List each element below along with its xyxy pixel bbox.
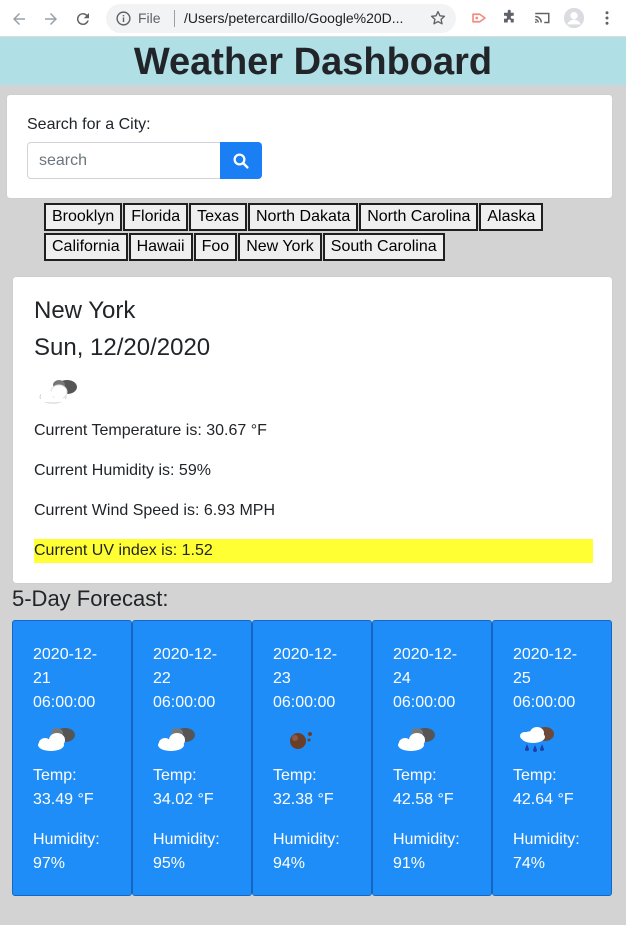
cast-extension-icon[interactable] (470, 9, 488, 27)
history-city-button[interactable]: South Carolina (322, 233, 445, 261)
cloud-sun-icon (158, 728, 195, 751)
dark-sun-icon (290, 732, 312, 749)
history-city-button[interactable]: North Carolina (359, 203, 479, 231)
forecast-date: 2020-12- 24 06:00:00 (393, 643, 483, 715)
history-city-button[interactable]: Hawaii (128, 233, 193, 261)
forecast-humidity: 94% (273, 855, 306, 872)
current-humidity: Current Humidity is: 59% (34, 462, 211, 479)
forecast-temp-label: Temp: (33, 767, 77, 784)
forecast-card: 2020-12- 25 06:00:00 Temp: 42.64 °F Humi… (492, 620, 612, 896)
history-city-button[interactable]: Brooklyn (44, 203, 123, 231)
forecast-humidity: 97% (33, 855, 66, 872)
history-row: California Hawaii Foo New York South Car… (44, 232, 564, 262)
current-date: Sun, 12/20/2020 (34, 334, 211, 361)
current-temperature: Current Temperature is: 30.67 °F (34, 422, 267, 439)
forecast-date-line: 2020-12- (33, 646, 98, 663)
forecast-date-line: 2020-12- (273, 646, 338, 663)
history-city-button[interactable]: North Dakata (247, 203, 359, 231)
forecast-date-line: 25 (513, 670, 531, 687)
forecast-date: 2020-12- 25 06:00:00 (513, 643, 603, 715)
forecast-date-line: 23 (273, 670, 291, 687)
forecast-temp: 32.38 °F (273, 791, 334, 808)
forecast-date-line: 24 (393, 670, 411, 687)
history-city-button[interactable]: California (44, 233, 128, 261)
history-city-button[interactable]: New York (238, 233, 322, 261)
history-city-button[interactable]: Foo (193, 233, 238, 261)
forecast-temp-label: Temp: (393, 767, 437, 784)
menu-kebab-icon[interactable] (598, 9, 616, 27)
forecast-date-line: 2020-12- (393, 646, 458, 663)
site-header: Weather Dashboard (0, 37, 626, 85)
forecast-temp: 33.49 °F (33, 791, 94, 808)
forecast-card: 2020-12- 22 06:00:00 Temp: 34.02 °F Humi… (132, 620, 252, 896)
search-label: Search for a City: (27, 116, 151, 133)
forecast-date-line: 21 (33, 670, 51, 687)
forecast-date-line: 22 (153, 670, 171, 687)
forecast-time-line: 06:00:00 (513, 694, 576, 711)
current-wind-speed: Current Wind Speed is: 6.93 MPH (34, 502, 275, 519)
forecast-time-line: 06:00:00 (273, 694, 336, 711)
profile-avatar-icon[interactable] (563, 7, 585, 29)
forecast-time-line: 06:00:00 (33, 694, 96, 711)
history-city-button[interactable]: Alaska (479, 203, 544, 231)
reload-icon[interactable] (72, 8, 94, 30)
url-text[interactable]: /Users/petercardillo/Google%20D... (184, 10, 424, 26)
forecast-temp-label: Temp: (513, 767, 557, 784)
cloud-sun-icon (38, 728, 75, 751)
search-card: Search for a City: (6, 94, 613, 199)
browser-toolbar: File /Users/petercardillo/Google%20D... (0, 0, 626, 37)
forecast-title: 5-Day Forecast: (12, 586, 169, 611)
forecast-card: 2020-12- 24 06:00:00 Temp: 42.58 °F Humi… (372, 620, 492, 896)
address-bar[interactable]: File /Users/petercardillo/Google%20D... (106, 4, 456, 33)
cast-screen-icon[interactable] (533, 9, 551, 27)
forecast-date: 2020-12- 21 06:00:00 (33, 643, 123, 715)
search-input[interactable] (27, 142, 221, 179)
rain-cloud-icon (520, 727, 554, 752)
forecast-date: 2020-12- 22 06:00:00 (153, 643, 243, 715)
history-row: Brooklyn Florida Texas North Dakata Nort… (44, 202, 564, 232)
forward-arrow-icon[interactable] (40, 8, 62, 30)
forecast-card: 2020-12- 23 06:00:00 Temp: 32.38 °F Humi… (252, 620, 372, 896)
forecast-humidity-label: Humidity: (33, 831, 100, 848)
address-separator (174, 10, 175, 27)
forecast-row: 2020-12- 21 06:00:00 Temp: 33.49 °F Humi… (12, 620, 613, 896)
forecast-temp-label: Temp: (153, 767, 197, 784)
bookmark-star-icon[interactable] (429, 9, 447, 27)
search-button[interactable] (220, 142, 262, 179)
current-uv-index: Current UV index is: 1.52 (34, 539, 593, 563)
search-icon (233, 153, 249, 169)
forecast-date: 2020-12- 23 06:00:00 (273, 643, 363, 715)
info-icon[interactable] (115, 10, 132, 27)
forecast-time-line: 06:00:00 (153, 694, 216, 711)
current-weather-card: New York Sun, 12/20/2020 Current Tempera… (12, 276, 613, 584)
forecast-humidity: 91% (393, 855, 426, 872)
forecast-temp: 34.02 °F (153, 791, 214, 808)
forecast-temp: 42.64 °F (513, 791, 574, 808)
forecast-humidity: 74% (513, 855, 546, 872)
forecast-humidity-label: Humidity: (513, 831, 580, 848)
forecast-humidity: 95% (153, 855, 186, 872)
cloud-sun-icon (39, 380, 77, 404)
back-arrow-icon[interactable] (8, 8, 30, 30)
cloud-sun-icon (398, 728, 435, 751)
forecast-humidity-label: Humidity: (273, 831, 340, 848)
forecast-date-line: 2020-12- (153, 646, 218, 663)
forecast-humidity-label: Humidity: (153, 831, 220, 848)
page-title: Weather Dashboard (133, 41, 493, 83)
forecast-humidity-label: Humidity: (393, 831, 460, 848)
history-city-button[interactable]: Florida (123, 203, 189, 231)
forecast-temp-label: Temp: (273, 767, 317, 784)
forecast-card: 2020-12- 21 06:00:00 Temp: 33.49 °F Humi… (12, 620, 132, 896)
history-city-button[interactable]: Texas (189, 203, 247, 231)
file-scheme-label: File (138, 10, 161, 26)
forecast-date-line: 2020-12- (513, 646, 578, 663)
current-city: New York (34, 297, 136, 324)
search-history: Brooklyn Florida Texas North Dakata Nort… (44, 202, 564, 262)
extensions-puzzle-icon[interactable] (501, 9, 519, 27)
forecast-time-line: 06:00:00 (393, 694, 456, 711)
forecast-temp: 42.58 °F (393, 791, 454, 808)
